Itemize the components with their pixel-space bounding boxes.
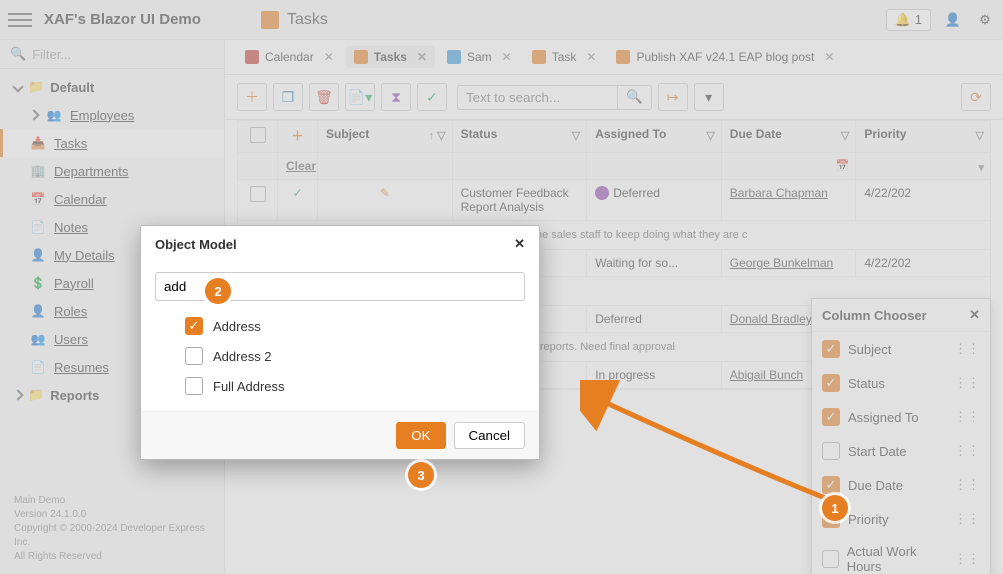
checkbox-icon[interactable]	[185, 377, 203, 395]
annotation-badge-1: 1	[822, 495, 848, 521]
checkbox-icon[interactable]	[185, 347, 203, 365]
annotation-badge-2: 2	[205, 278, 231, 304]
close-icon[interactable]: ✕	[514, 236, 525, 252]
annotation-badge-3: 3	[408, 462, 434, 488]
field-option[interactable]: Address 2	[155, 341, 525, 371]
cancel-button[interactable]: Cancel	[454, 422, 526, 449]
field-option[interactable]: ✓Address	[155, 311, 525, 341]
ok-button[interactable]: OK	[396, 422, 445, 449]
field-option[interactable]: Full Address	[155, 371, 525, 401]
checkbox-icon[interactable]: ✓	[185, 317, 203, 335]
object-model-dialog: Object Model ✕ ✓Address Address 2 Full A…	[140, 225, 540, 460]
dialog-title: Object Model	[155, 237, 237, 252]
